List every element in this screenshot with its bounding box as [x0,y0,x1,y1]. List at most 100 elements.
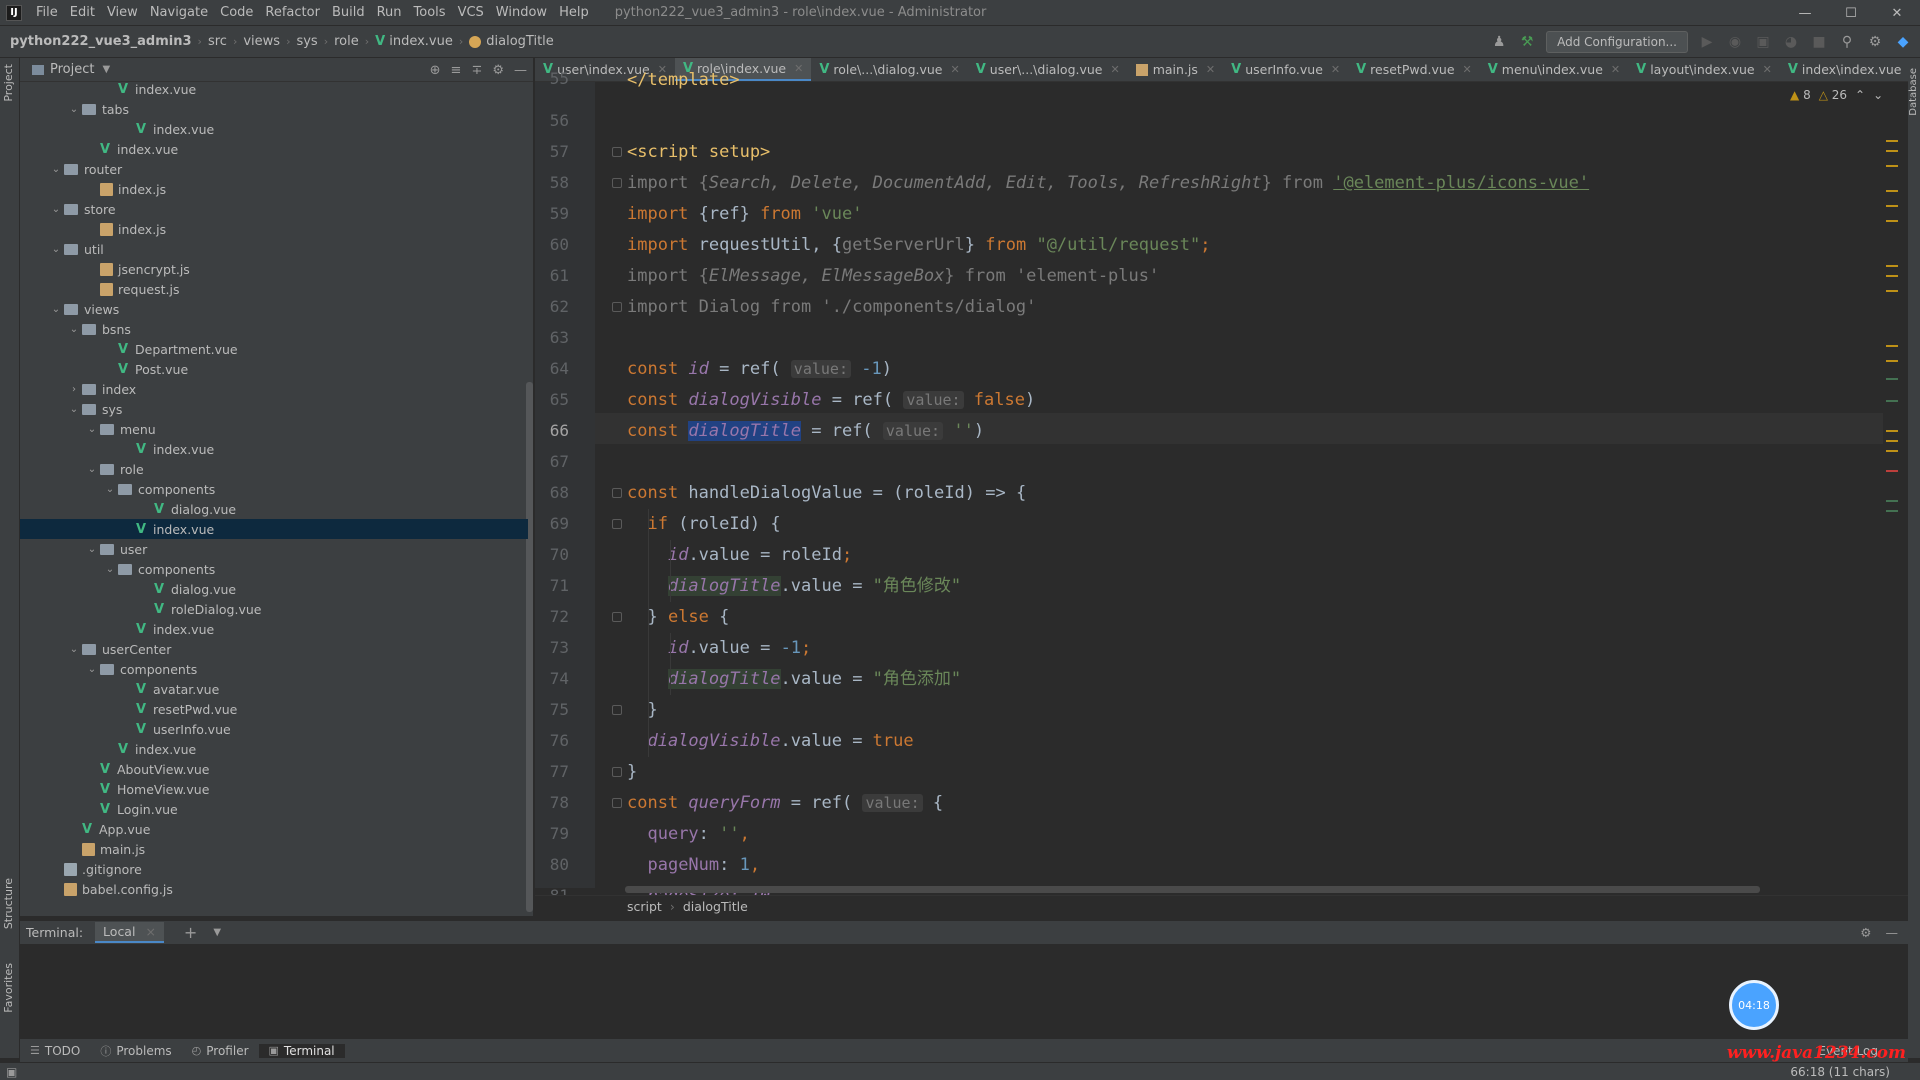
menu-item-window[interactable]: Window [490,0,553,26]
chevron-down-icon[interactable]: ⌄ [1873,88,1883,102]
chevron-down-icon[interactable]: ⌄ [66,324,82,335]
menu-item-help[interactable]: Help [553,0,595,26]
tool-window-profiler[interactable]: ◴ Profiler [182,1044,259,1058]
error-stripe-marker[interactable] [1886,140,1898,142]
caret-position[interactable]: 66:18 (11 chars) [1790,1065,1890,1079]
breadcrumb-file[interactable]: Vindex.vue [371,34,457,49]
tree-item[interactable]: ⌄ util [20,239,528,259]
jetbrains-toolbox-icon[interactable]: ◆ [1894,34,1912,50]
code-breadcrumb-script[interactable]: script [627,899,662,914]
tree-item[interactable]: Vindex.vue [20,739,528,759]
menu-item-edit[interactable]: Edit [64,0,101,26]
terminal-body[interactable] [20,944,1908,1037]
tree-item[interactable]: ⌄ role [20,459,528,479]
chevron-down-icon[interactable]: ⌄ [84,424,100,435]
tree-item[interactable]: jsencrypt.js [20,259,528,279]
tree-item[interactable]: ⌄ components [20,479,528,499]
error-stripe-marker[interactable] [1886,360,1898,362]
tree-item[interactable]: V Department.vue [20,339,528,359]
editor-tab[interactable]: VresetPwd.vue ✕ [1348,58,1480,81]
chevron-down-icon[interactable]: ▼ [213,927,221,938]
chevron-right-icon[interactable]: › [66,384,82,395]
chevron-down-icon[interactable]: ⌄ [102,564,118,575]
tree-item[interactable]: ⌄ views [20,299,528,319]
error-stripe-marker[interactable] [1886,290,1898,292]
tool-window-todo[interactable]: ☰ TODO [20,1044,90,1058]
coverage-icon[interactable]: ▣ [1754,34,1772,50]
tree-item[interactable]: VresetPwd.vue [20,699,528,719]
menu-item-build[interactable]: Build [326,0,371,26]
fold-marker-icon[interactable] [612,767,622,777]
close-icon[interactable]: ✕ [1763,63,1772,76]
tree-item[interactable]: V Login.vue [20,799,528,819]
tree-item[interactable]: ⌄ bsns [20,319,528,339]
structure-tool-button[interactable]: Structure [2,878,15,929]
error-stripe-marker[interactable] [1886,470,1898,472]
chevron-down-icon[interactable]: ⌄ [48,304,64,315]
menu-item-code[interactable]: Code [214,0,259,26]
project-tool-button[interactable]: Project [2,64,15,102]
chevron-down-icon[interactable]: ⌄ [48,204,64,215]
tree-item[interactable]: VroleDialog.vue [20,599,528,619]
gear-icon[interactable]: ⚙ [1860,925,1871,940]
chevron-down-icon[interactable]: ⌄ [84,664,100,675]
error-stripe-marker[interactable] [1886,265,1898,267]
close-icon[interactable]: ✕ [1463,63,1472,76]
fold-marker-icon[interactable] [612,798,622,808]
error-stripe[interactable] [1883,82,1908,888]
warnings-count[interactable]: ▲ 8 [1790,88,1811,102]
tree-item[interactable]: ⌄ sys [20,399,528,419]
menu-item-view[interactable]: View [101,0,144,26]
editor-tab[interactable]: Vmenu\index.vue ✕ [1480,58,1628,81]
add-terminal-icon[interactable]: + [184,923,197,942]
tree-item[interactable]: V App.vue [20,819,528,839]
panel-toggle-icon[interactable]: ▣ [6,1065,17,1079]
tree-item[interactable]: V HomeView.vue [20,779,528,799]
error-stripe-marker[interactable] [1886,205,1898,207]
error-stripe-marker[interactable] [1886,345,1898,347]
editor-tab[interactable]: VuserInfo.vue ✕ [1223,58,1348,81]
tree-item[interactable]: Vindex.vue [20,82,528,99]
hide-panel-icon[interactable]: — [1886,925,1899,940]
tree-item[interactable]: V AboutView.vue [20,759,528,779]
terminal-tab-local[interactable]: Local × [95,922,164,943]
fold-marker-icon[interactable] [612,705,622,715]
breadcrumb-views[interactable]: views [239,34,284,49]
error-stripe-marker[interactable] [1886,190,1898,192]
tree-item[interactable]: VuserInfo.vue [20,719,528,739]
error-stripe-marker[interactable] [1886,500,1898,502]
settings-gear-icon[interactable]: ⚙ [1866,34,1884,50]
code-breadcrumb-symbol[interactable]: dialogTitle [683,899,748,914]
tree-item[interactable]: babel.config.js [20,879,528,899]
tree-item[interactable]: ⌄ menu [20,419,528,439]
fold-marker-icon[interactable] [612,519,622,529]
close-icon[interactable]: ✕ [951,63,960,76]
fold-marker-icon[interactable] [612,488,622,498]
inspection-widget[interactable]: ▲ 8 △ 26 ⌃ ⌄ [1790,88,1883,102]
chevron-down-icon[interactable]: ⌄ [66,644,82,655]
fold-marker-icon[interactable] [612,612,622,622]
close-icon[interactable]: ✕ [1611,63,1620,76]
gear-icon[interactable]: ⚙ [492,63,504,78]
tree-item[interactable]: V Post.vue [20,359,528,379]
breadcrumb-sys[interactable]: sys [292,34,321,49]
chevron-up-icon[interactable]: ⌃ [1855,88,1865,102]
error-stripe-marker[interactable] [1886,275,1898,277]
close-icon[interactable]: ✕ [794,62,803,75]
profile-icon[interactable]: ◕ [1782,34,1800,50]
tree-item[interactable]: › index [20,379,528,399]
editor-tab[interactable]: Vrole\...\dialog.vue ✕ [811,58,967,81]
hide-panel-icon[interactable]: — [514,63,527,78]
tree-item[interactable]: request.js [20,279,528,299]
locate-icon[interactable]: ⊕ [430,63,441,78]
editor-tab[interactable]: main.js ✕ [1128,58,1223,81]
project-panel-title[interactable]: Project [50,62,94,77]
tree-item[interactable]: Vdialog.vue [20,579,528,599]
stop-icon[interactable]: ■ [1810,34,1828,50]
error-stripe-marker[interactable] [1886,400,1898,402]
tree-item[interactable]: main.js [20,839,528,859]
tree-item[interactable]: Vindex.vue [20,619,528,639]
tree-item[interactable]: Vindex.vue [20,139,528,159]
chevron-down-icon[interactable]: ⌄ [84,464,100,475]
favorites-tool-button[interactable]: Favorites [2,963,15,1013]
